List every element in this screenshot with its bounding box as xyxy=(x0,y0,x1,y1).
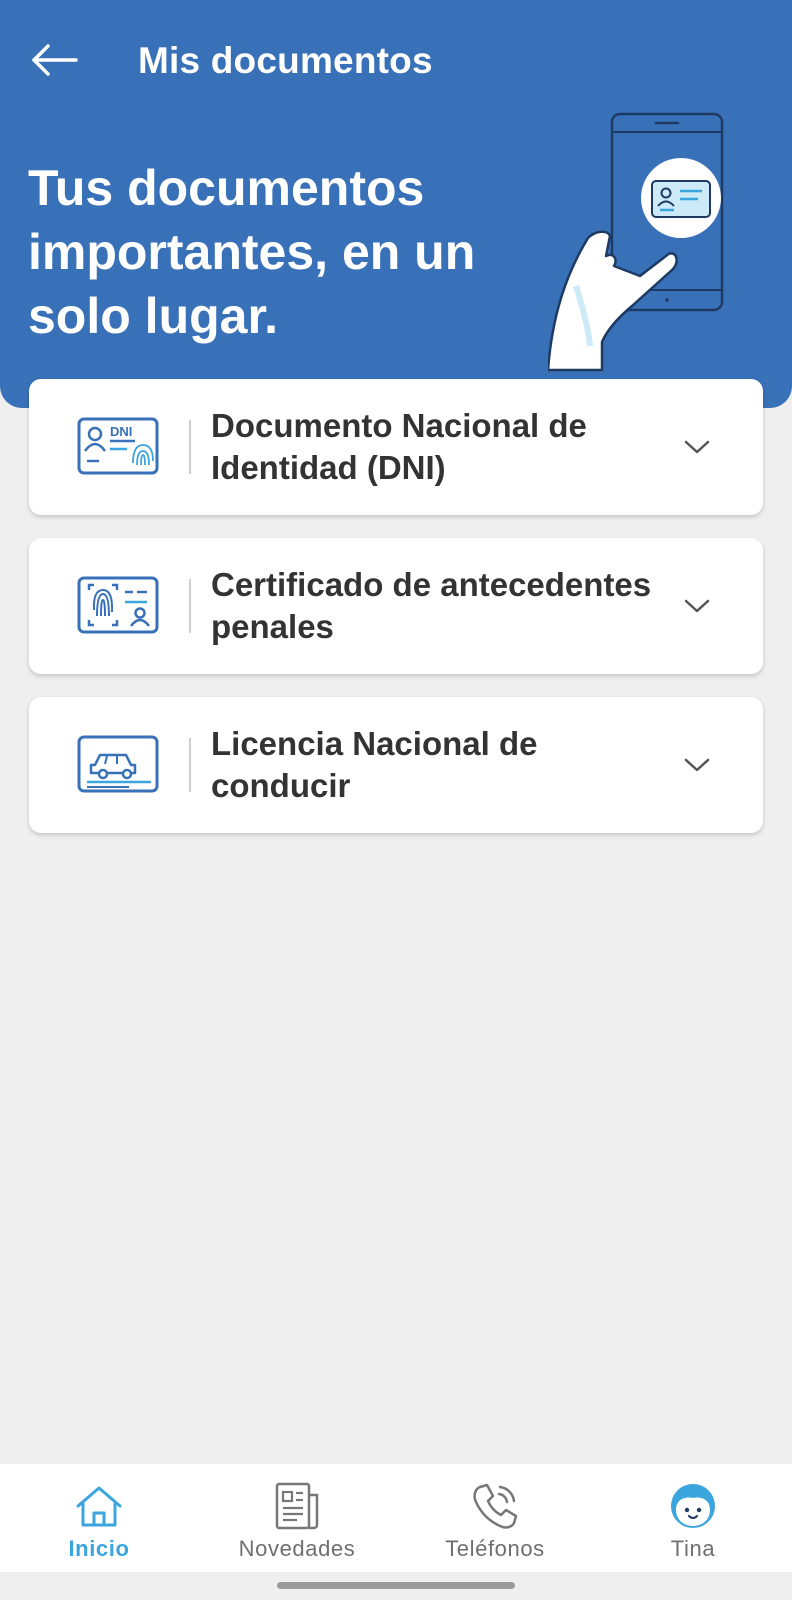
chevron-down-icon[interactable] xyxy=(683,753,711,777)
driver-license-car-icon xyxy=(77,735,159,793)
nav-item-tina[interactable]: Tina xyxy=(594,1464,792,1572)
card-divider xyxy=(189,579,191,633)
hero-heading: Tus documentos importantes, en un solo l… xyxy=(28,156,548,348)
fingerprint-certificate-icon xyxy=(77,576,159,634)
chevron-down-icon[interactable] xyxy=(683,435,711,459)
home-icon xyxy=(76,1486,122,1527)
hero-line: importantes, en un xyxy=(28,224,476,280)
back-button[interactable] xyxy=(26,36,82,84)
phone-in-hand-illustration xyxy=(548,112,724,372)
document-title-line: penales xyxy=(211,608,334,645)
nav-label: Teléfonos xyxy=(445,1536,545,1561)
document-title-line: Identidad (DNI) xyxy=(211,449,446,486)
document-card-dni[interactable]: DNI Documento Nacional de Identidad (DNI… xyxy=(29,379,763,515)
nav-item-telefonos[interactable]: Teléfonos xyxy=(396,1464,594,1572)
card-divider xyxy=(189,420,191,474)
bottom-navigation: Inicio Novedades Teléfonos Tina xyxy=(0,1464,792,1572)
card-divider xyxy=(189,738,191,792)
document-title: Documento Nacional de Identidad (DNI) xyxy=(211,405,661,489)
document-title-line: Documento Nacional de xyxy=(211,407,587,444)
system-home-indicator[interactable] xyxy=(277,1582,515,1589)
newspaper-icon xyxy=(275,1482,319,1530)
tina-avatar-icon xyxy=(671,1484,715,1528)
arrow-left-icon xyxy=(32,44,78,76)
document-title: Licencia Nacional de conducir xyxy=(211,723,661,807)
nav-item-inicio[interactable]: Inicio xyxy=(0,1464,198,1572)
dni-badge-text: DNI xyxy=(110,424,132,439)
nav-label: Tina xyxy=(670,1536,716,1561)
document-card-licencia[interactable]: Licencia Nacional de conducir xyxy=(29,697,763,833)
documents-list: DNI Documento Nacional de Identidad (DNI… xyxy=(29,379,763,856)
document-title-line: Certificado de antecedentes xyxy=(211,566,652,603)
nav-label: Novedades xyxy=(238,1536,356,1561)
hero-line: solo lugar. xyxy=(28,288,279,344)
hero-line: Tus documentos xyxy=(28,160,425,216)
document-title-line: conducir xyxy=(211,767,351,804)
dni-card-icon: DNI xyxy=(77,417,159,475)
document-title: Certificado de antecedentes penales xyxy=(211,564,661,648)
header-banner: Mis documentos Tus documentos importante… xyxy=(0,0,792,408)
nav-item-novedades[interactable]: Novedades xyxy=(198,1464,396,1572)
phone-icon xyxy=(473,1483,518,1529)
nav-label: Inicio xyxy=(68,1536,130,1561)
chevron-down-icon[interactable] xyxy=(683,594,711,618)
page-title: Mis documentos xyxy=(138,40,433,81)
document-card-antecedentes[interactable]: Certificado de antecedentes penales xyxy=(29,538,763,674)
document-title-line: Licencia Nacional de xyxy=(211,725,538,762)
